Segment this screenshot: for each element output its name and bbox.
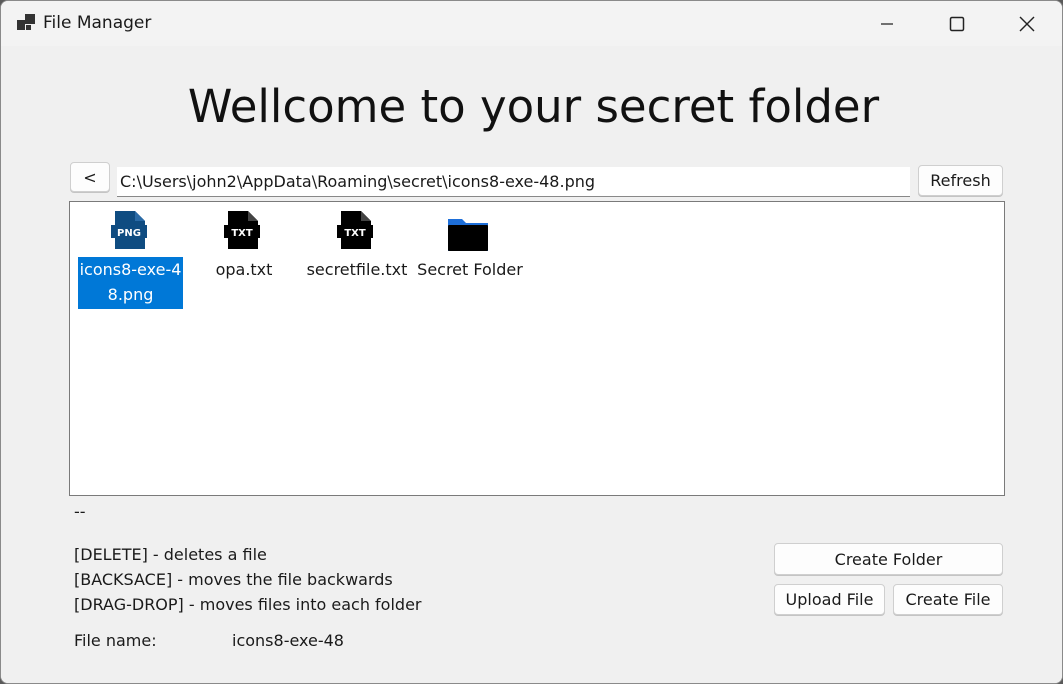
create-folder-button[interactable]: Create Folder bbox=[774, 543, 1003, 575]
create-file-button[interactable]: Create File bbox=[893, 584, 1003, 615]
file-label-line1: icons8-exe-4 bbox=[79, 260, 182, 279]
file-name-value: icons8-exe-48 bbox=[232, 631, 344, 650]
minimize-button[interactable] bbox=[852, 1, 922, 46]
file-name-label: File name: bbox=[74, 631, 157, 650]
file-label: secretfile.txt bbox=[306, 260, 408, 279]
minimize-icon bbox=[881, 22, 893, 25]
file-list[interactable]: PNG icons8-exe-4 8.png TXT opa.txt TXT s… bbox=[69, 201, 1005, 496]
file-label: opa.txt bbox=[215, 260, 273, 279]
svg-text:TXT: TXT bbox=[231, 228, 253, 239]
maximize-button[interactable] bbox=[922, 1, 992, 46]
file-item[interactable]: PNG icons8-exe-4 8.png bbox=[74, 202, 184, 312]
txt-file-icon: TXT bbox=[337, 211, 373, 249]
close-button[interactable] bbox=[992, 1, 1062, 46]
file-label: icons8-exe-4 8.png bbox=[78, 257, 183, 309]
file-item[interactable]: TXT opa.txt bbox=[187, 202, 297, 312]
help-line-delete: [DELETE] - deletes a file bbox=[74, 545, 267, 564]
txt-file-icon: TXT bbox=[224, 211, 260, 249]
path-input[interactable] bbox=[117, 167, 910, 197]
client-area: Wellcome to your secret folder < Refresh… bbox=[1, 46, 1062, 683]
png-file-icon: PNG bbox=[111, 211, 147, 249]
help-text: [DELETE] - deletes a file [BACKSACE] - m… bbox=[74, 542, 421, 617]
file-manager-window: File Manager Wellcome to your secret fol… bbox=[0, 0, 1063, 684]
help-line-backspace: [BACKSACE] - moves the file backwards bbox=[74, 570, 393, 589]
upload-file-button[interactable]: Upload File bbox=[774, 584, 885, 615]
svg-text:PNG: PNG bbox=[117, 228, 141, 239]
svg-text:TXT: TXT bbox=[344, 228, 366, 239]
file-item[interactable]: Secret Folder bbox=[413, 202, 523, 312]
help-line-drag-drop: [DRAG-DROP] - moves files into each fold… bbox=[74, 595, 422, 614]
app-window-icon bbox=[17, 14, 35, 30]
page-title: Wellcome to your secret folder bbox=[187, 80, 880, 133]
file-label: Secret Folder bbox=[417, 260, 523, 279]
refresh-button[interactable]: Refresh bbox=[918, 165, 1003, 196]
close-icon bbox=[1019, 16, 1035, 31]
title-bar[interactable]: File Manager bbox=[1, 1, 1062, 46]
file-item[interactable]: TXT secretfile.txt bbox=[300, 202, 410, 312]
file-label-line2: 8.png bbox=[107, 285, 154, 304]
window-title: File Manager bbox=[43, 13, 152, 33]
maximize-icon bbox=[949, 16, 965, 31]
status-label: -- bbox=[74, 502, 86, 521]
folder-icon bbox=[448, 219, 488, 251]
back-button[interactable]: < bbox=[70, 162, 110, 192]
